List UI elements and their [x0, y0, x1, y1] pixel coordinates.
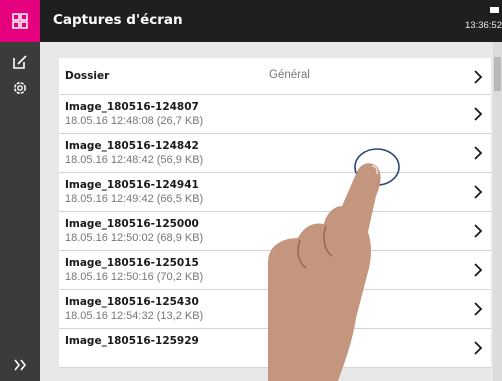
page-title: Captures d'écran [53, 12, 183, 28]
edit-button[interactable] [0, 49, 40, 75]
scrollbar-thumb[interactable] [494, 57, 501, 91]
list-item[interactable]: Image_180516-125430 18.05.16 12:54:32 (1… [59, 290, 491, 329]
item-meta: 18.05.16 12:49:42 (66,5 KB) [65, 193, 204, 205]
chevron-right-icon [474, 341, 483, 355]
edit-icon [13, 55, 27, 69]
settings-button[interactable] [0, 75, 40, 101]
chevron-right-icon [474, 185, 483, 199]
chevron-right-icon [474, 263, 483, 277]
item-name: Image_180516-124941 [65, 179, 199, 191]
list-item[interactable]: Image_180516-124842 18.05.16 12:48:42 (5… [59, 134, 491, 173]
content-area: Dossier Général Image_180516-124807 18.0… [40, 42, 502, 381]
list-item[interactable]: Image_180516-124941 18.05.16 12:49:42 (6… [59, 173, 491, 212]
list-item[interactable]: Image_180516-125000 18.05.16 12:50:02 (6… [59, 212, 491, 251]
chevron-right-icon [474, 302, 483, 316]
list-item[interactable]: Image_180516-125929 [59, 329, 491, 368]
chevron-right-icon [474, 107, 483, 121]
item-name: Image_180516-125015 [65, 257, 199, 269]
item-name: Image_180516-125929 [65, 335, 199, 347]
double-chevron-right-icon [14, 359, 27, 371]
item-name: Image_180516-125000 [65, 218, 199, 230]
scrollbar[interactable] [493, 42, 502, 381]
item-meta: 18.05.16 12:48:08 (26,7 KB) [65, 115, 204, 127]
list-item[interactable]: Image_180516-125015 18.05.16 12:50:16 (7… [59, 251, 491, 290]
chevron-right-icon [474, 70, 483, 84]
folder-row[interactable]: Dossier Général [59, 58, 491, 95]
title-bar: Captures d'écran 13:36:52 [40, 0, 502, 42]
battery-icon [490, 7, 499, 13]
item-meta: 18.05.16 12:50:16 (70,2 KB) [65, 271, 204, 283]
item-name: Image_180516-124807 [65, 101, 199, 113]
item-name: Image_180516-124842 [65, 140, 199, 152]
sidebar [0, 0, 40, 381]
folder-value: Général [269, 69, 310, 81]
chevron-right-icon [474, 146, 483, 160]
item-meta: 18.05.16 12:50:02 (68,9 KB) [65, 232, 204, 244]
item-meta: 18.05.16 12:54:32 (13,2 KB) [65, 310, 204, 322]
gear-icon [14, 82, 26, 94]
expand-sidebar-button[interactable] [0, 352, 40, 378]
apps-button[interactable] [0, 0, 40, 42]
grid-icon [12, 13, 28, 29]
folder-label: Dossier [65, 70, 110, 82]
item-meta: 18.05.16 12:48:42 (56,9 KB) [65, 154, 204, 166]
clock: 13:36:52 [465, 20, 502, 31]
screenshot-list: Dossier Général Image_180516-124807 18.0… [59, 58, 491, 368]
chevron-right-icon [474, 224, 483, 238]
list-item[interactable]: Image_180516-124807 18.05.16 12:48:08 (2… [59, 95, 491, 134]
item-name: Image_180516-125430 [65, 296, 199, 308]
